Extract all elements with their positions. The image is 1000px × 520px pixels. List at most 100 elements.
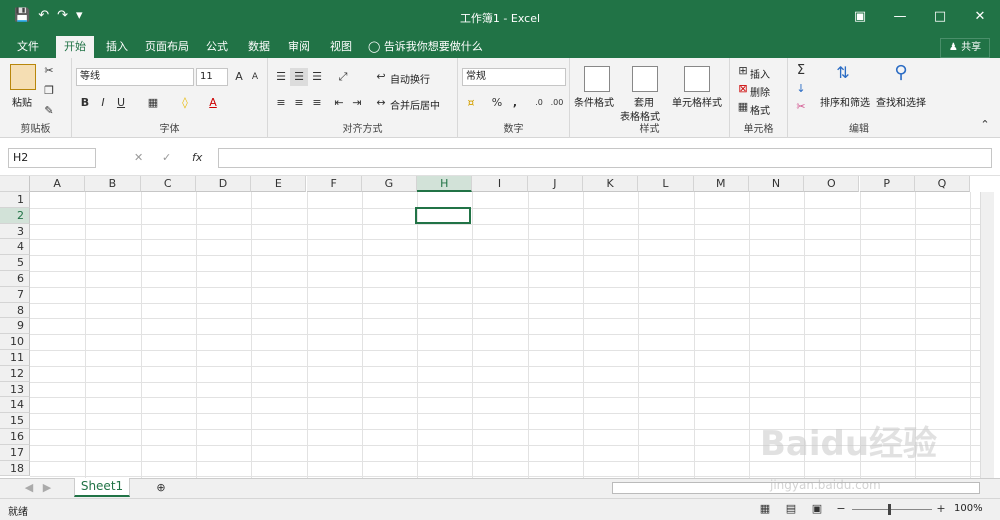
italic-button[interactable]: I — [94, 94, 112, 112]
column-header[interactable]: G — [361, 176, 418, 192]
conditional-format-label[interactable]: 条件格式 — [574, 94, 614, 109]
row-header[interactable]: 1 — [0, 192, 30, 208]
border-icon[interactable]: ▦ — [144, 94, 162, 112]
normal-view-icon[interactable]: ▦ — [756, 500, 774, 518]
row-header[interactable]: 6 — [0, 271, 30, 287]
column-header[interactable]: D — [195, 176, 252, 192]
column-header[interactable]: F — [306, 176, 362, 192]
format-table-label-a[interactable]: 套用 — [634, 94, 654, 109]
comma-button[interactable]: , — [506, 94, 524, 112]
underline-button[interactable]: U — [112, 94, 130, 112]
zoom-level[interactable]: 100% — [954, 503, 983, 514]
fill-color-icon[interactable]: ◊ — [176, 94, 194, 112]
conditional-format-icon[interactable] — [584, 66, 610, 92]
ribbon-display-icon[interactable]: ▣ — [840, 0, 880, 34]
select-all-corner[interactable] — [0, 176, 30, 192]
merge-center-icon[interactable]: ↔ — [372, 94, 390, 112]
column-header[interactable]: J — [527, 176, 583, 192]
column-header[interactable]: Q — [914, 176, 971, 192]
font-size-select[interactable]: 11 — [196, 68, 228, 86]
tab-file[interactable]: 文件 — [8, 36, 48, 58]
row-header[interactable]: 2 — [0, 207, 30, 224]
column-header[interactable]: L — [638, 176, 694, 192]
font-name-select[interactable]: 等线 — [76, 68, 194, 86]
percent-button[interactable]: % — [488, 94, 506, 112]
row-header[interactable]: 16 — [0, 429, 30, 445]
column-header[interactable]: C — [140, 176, 196, 192]
copy-icon[interactable]: ❐ — [40, 82, 58, 100]
align-middle-icon[interactable]: ☰ — [290, 68, 308, 86]
collapse-ribbon-icon[interactable]: ⌃ — [976, 116, 994, 134]
column-header[interactable]: H — [417, 176, 473, 192]
align-bottom-icon[interactable]: ☰ — [308, 68, 326, 86]
column-header[interactable]: P — [859, 176, 915, 192]
column-header[interactable]: B — [85, 176, 141, 192]
row-header[interactable]: 8 — [0, 302, 30, 319]
orientation-icon[interactable]: ⤢ — [334, 68, 352, 86]
column-header[interactable]: A — [30, 176, 86, 192]
page-break-view-icon[interactable]: ▣ — [808, 500, 826, 518]
autosum-button[interactable]: Σ — [792, 62, 810, 80]
tab-page-layout[interactable]: 页面布局 — [140, 36, 194, 58]
zoom-slider-thumb[interactable] — [888, 504, 891, 515]
number-format-select[interactable]: 常规 — [462, 68, 566, 86]
zoom-out-icon[interactable]: − — [832, 500, 850, 518]
cut-icon[interactable]: ✂ — [40, 62, 58, 80]
prev-sheet-icon[interactable]: ◀ — [20, 479, 38, 497]
column-header[interactable]: O — [804, 176, 860, 192]
page-layout-view-icon[interactable]: ▤ — [782, 500, 800, 518]
column-header[interactable]: M — [693, 176, 749, 192]
cancel-icon[interactable]: ✕ — [134, 148, 143, 168]
row-header[interactable]: 5 — [0, 255, 30, 271]
row-header[interactable]: 18 — [0, 460, 30, 477]
row-header[interactable]: 13 — [0, 381, 30, 398]
tab-data[interactable]: 数据 — [242, 36, 276, 58]
format-cells-label[interactable]: 格式 — [750, 102, 770, 117]
align-left-icon[interactable]: ≡ — [272, 94, 290, 112]
format-painter-icon[interactable]: ✎ — [40, 102, 58, 120]
sheet-tab[interactable]: Sheet1 — [74, 478, 130, 497]
enter-icon[interactable]: ✓ — [162, 148, 171, 168]
row-header[interactable]: 17 — [0, 444, 30, 461]
row-header[interactable]: 10 — [0, 334, 30, 350]
increase-indent-icon[interactable]: ⇥ — [348, 94, 366, 112]
row-header[interactable]: 9 — [0, 318, 30, 335]
cell-styles-icon[interactable] — [684, 66, 710, 92]
minimize-icon[interactable]: — — [880, 0, 920, 34]
bold-button[interactable]: B — [76, 94, 94, 112]
tab-formulas[interactable]: 公式 — [200, 36, 234, 58]
align-top-icon[interactable]: ☰ — [272, 68, 290, 86]
delete-cells-label[interactable]: 删除 — [750, 84, 770, 99]
wrap-text-icon[interactable]: ↩ — [372, 68, 390, 86]
wrap-text-label[interactable]: 自动换行 — [390, 71, 430, 86]
row-header[interactable]: 15 — [0, 413, 30, 429]
add-sheet-icon[interactable]: ⊕ — [152, 479, 170, 497]
row-header[interactable]: 7 — [0, 286, 30, 303]
row-header[interactable]: 3 — [0, 223, 30, 240]
row-header[interactable]: 4 — [0, 239, 30, 256]
vertical-scrollbar[interactable] — [980, 192, 994, 478]
zoom-slider[interactable] — [852, 509, 932, 510]
row-header[interactable]: 12 — [0, 365, 30, 382]
find-select-label[interactable]: 查找和选择 — [876, 94, 926, 109]
paste-label[interactable]: 粘贴 — [12, 94, 32, 109]
column-header[interactable]: K — [583, 176, 639, 192]
cell-styles-label[interactable]: 单元格样式 — [672, 94, 722, 109]
tab-home[interactable]: 开始 — [56, 36, 94, 58]
maximize-icon[interactable]: □ — [920, 0, 960, 34]
insert-cells-label[interactable]: 插入 — [750, 66, 770, 81]
row-header[interactable]: 14 — [0, 397, 30, 414]
decrease-indent-icon[interactable]: ⇤ — [330, 94, 348, 112]
sort-filter-icon[interactable]: ⇅ — [834, 64, 852, 82]
column-header[interactable]: I — [472, 176, 528, 192]
zoom-in-icon[interactable]: + — [932, 500, 950, 518]
name-box[interactable]: H2 — [8, 148, 96, 168]
font-color-icon[interactable]: A — [204, 94, 222, 112]
increase-decimal-icon[interactable]: .0 — [530, 94, 548, 112]
shrink-font-icon[interactable]: A — [246, 68, 264, 86]
column-header[interactable]: E — [251, 176, 307, 192]
format-table-icon[interactable] — [632, 66, 658, 92]
column-header[interactable]: N — [748, 176, 805, 192]
clear-icon[interactable]: ✂ — [792, 98, 810, 116]
tab-insert[interactable]: 插入 — [100, 36, 134, 58]
